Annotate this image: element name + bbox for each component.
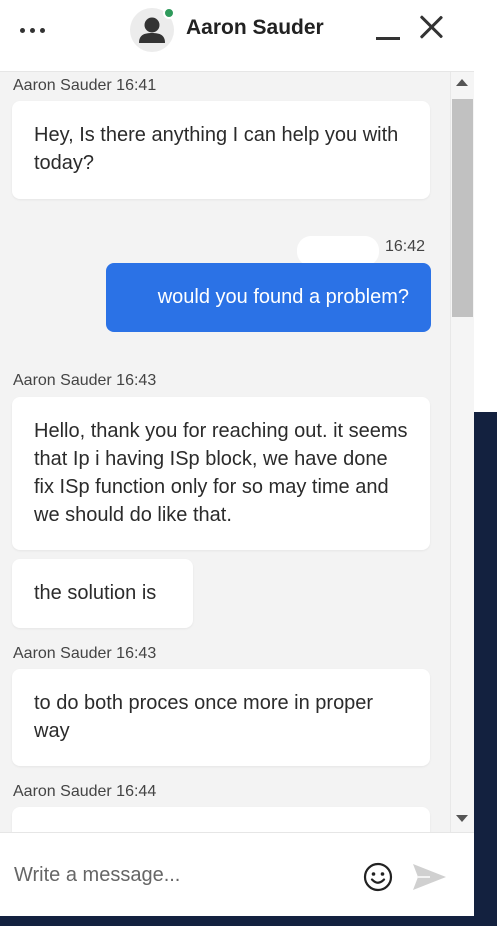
send-button[interactable] <box>410 861 448 893</box>
message-input[interactable] <box>14 859 344 891</box>
agent-message-bubble: Hey, Is there anything I can help you wi… <box>12 101 430 199</box>
page-background <box>474 412 497 926</box>
redacted-sender-name <box>297 236 379 266</box>
minimize-icon <box>376 37 400 40</box>
more-options-button[interactable] <box>20 20 56 40</box>
send-icon <box>413 864 446 890</box>
chat-header: Aaron Sauder <box>0 0 474 72</box>
emoji-smile-icon <box>363 862 393 892</box>
message-meta: Aaron Sauder 16:43 <box>13 645 157 662</box>
more-horizontal-icon <box>20 27 25 33</box>
agent-message-bubble: Hello, thank you for reaching out. it se… <box>12 397 430 550</box>
message-meta: Aaron Sauder 16:44 <box>13 783 157 800</box>
message-scrollbar[interactable] <box>450 72 474 832</box>
scroll-down-arrow-icon[interactable] <box>456 815 468 822</box>
message-meta: Aaron Sauder 16:41 <box>13 77 157 94</box>
minimize-button[interactable] <box>374 14 402 42</box>
message-meta: Aaron Sauder 16:43 <box>13 372 157 389</box>
agent-message-bubble: to do both proces once more in proper wa… <box>12 669 430 766</box>
chat-window: Aaron Sauder Aaron Sauder 16:41 Hey, Is … <box>0 0 474 916</box>
emoji-button[interactable] <box>362 861 394 893</box>
agent-message-bubble: the solution is <box>12 559 193 628</box>
message-meta: 16:42 <box>385 238 426 255</box>
agent-message-bubble <box>12 807 430 832</box>
scroll-thumb[interactable] <box>452 99 473 317</box>
message-list[interactable]: Aaron Sauder 16:41 Hey, Is there anythin… <box>0 72 450 832</box>
message-composer <box>0 832 474 916</box>
scroll-up-arrow-icon[interactable] <box>456 79 468 86</box>
close-button[interactable] <box>418 14 444 40</box>
online-status-dot <box>163 7 175 19</box>
user-message-bubble: would you found a problem? <box>106 263 431 332</box>
agent-name: Aaron Sauder <box>186 16 324 39</box>
page-background-bottom <box>0 916 497 926</box>
